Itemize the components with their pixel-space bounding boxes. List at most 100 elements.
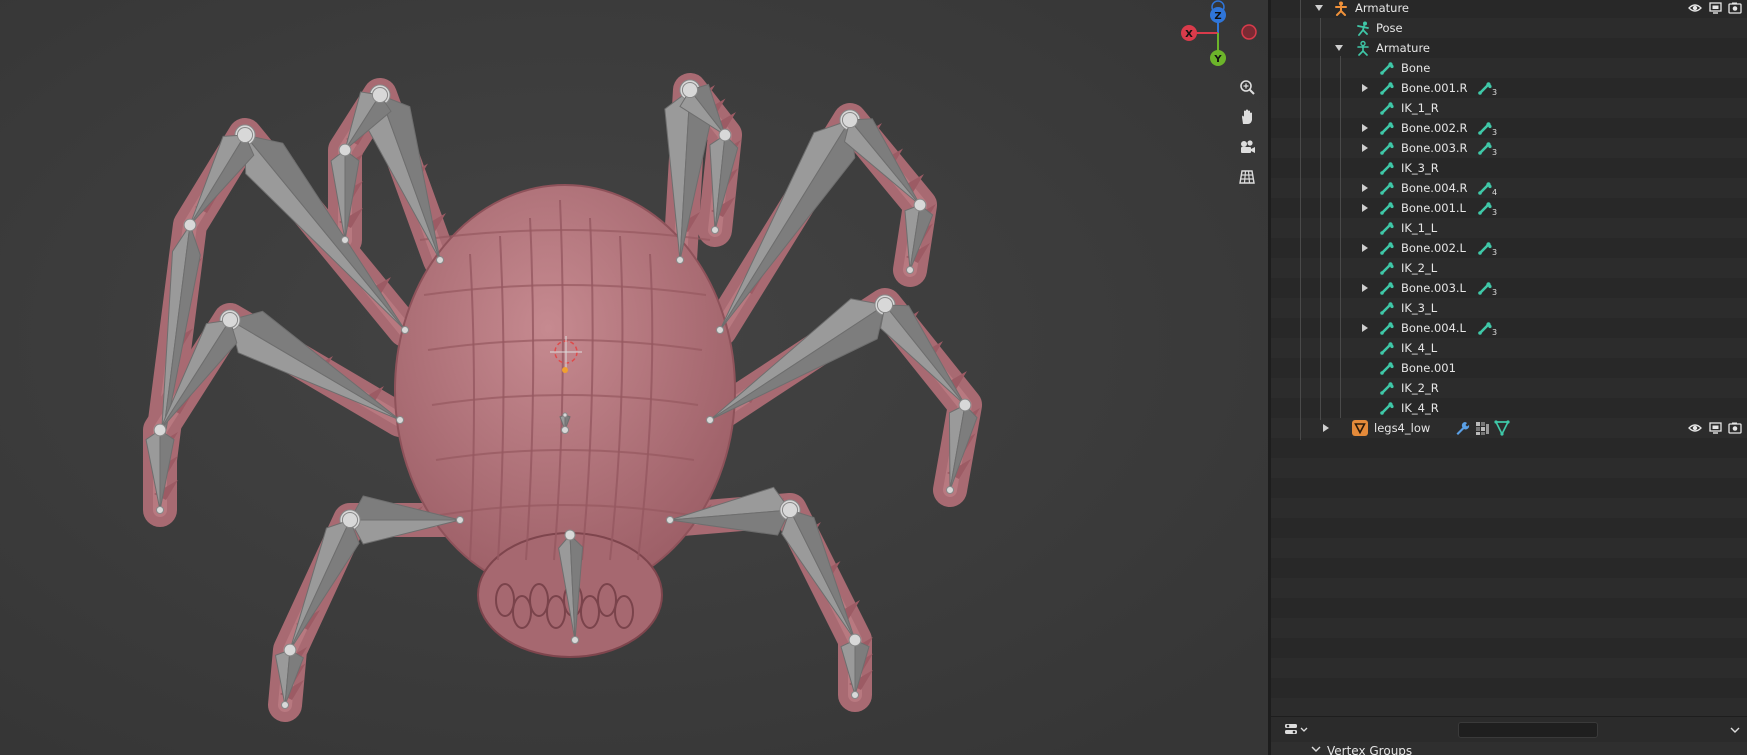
z-axis-label: Z — [1214, 11, 1221, 22]
vertex-groups-icon[interactable] — [1474, 420, 1490, 436]
bone-tip — [571, 636, 579, 644]
outliner-item[interactable]: Bone.004.L 3 — [1271, 318, 1747, 338]
outliner-item[interactable]: Bone — [1271, 58, 1747, 78]
bone-joint — [371, 86, 389, 104]
visibility-toggles[interactable] — [1688, 1, 1747, 18]
outliner-item[interactable]: IK_1_L — [1271, 218, 1747, 238]
x-negative-handle — [1241, 24, 1257, 40]
properties-header — [1271, 716, 1747, 743]
child-bones-icon[interactable] — [1477, 140, 1493, 156]
expand-down-icon[interactable] — [1335, 45, 1343, 51]
outliner-item[interactable]: Bone.001.L 3 — [1271, 198, 1747, 218]
outliner-item-label: Bone.001 — [1401, 361, 1456, 375]
child-bones-icon[interactable] — [1477, 200, 1493, 216]
properties-body: Vertex Groups — [1271, 742, 1747, 755]
child-bones-icon[interactable] — [1477, 320, 1493, 336]
outliner-item[interactable]: IK_4_L — [1271, 338, 1747, 358]
bone-joint — [221, 311, 239, 329]
outliner-panel[interactable]: Armature Pose Armature Bone Bone.001.R 3 IK_1_… — [1271, 0, 1747, 716]
bone-tip — [716, 326, 724, 334]
camera-icon[interactable] — [1234, 134, 1260, 160]
chevron-down-icon[interactable] — [1729, 726, 1741, 736]
expand-right-icon[interactable] — [1362, 184, 1368, 192]
editor-type-dropdown[interactable] — [1283, 722, 1311, 738]
outliner-item[interactable]: Bone.001.R 3 — [1271, 78, 1747, 98]
expand-right-icon[interactable] — [1362, 144, 1368, 152]
child-bones-icon[interactable] — [1477, 240, 1493, 256]
outliner-item-label: Bone.004.L — [1401, 321, 1466, 335]
child-count-badge: 4 — [1492, 188, 1498, 197]
pose-icon — [1355, 20, 1371, 36]
armature-data-icon — [1355, 40, 1371, 56]
outliner-item[interactable]: IK_2_L — [1271, 258, 1747, 278]
bone-tip — [851, 691, 859, 699]
outliner-item[interactable]: Armature — [1271, 0, 1747, 18]
expand-right-icon[interactable] — [1362, 204, 1368, 212]
outliner-item[interactable]: IK_2_R — [1271, 378, 1747, 398]
child-count-badge: 3 — [1492, 328, 1498, 337]
outliner-item[interactable]: IK_4_R — [1271, 398, 1747, 418]
spider-model-scene — [0, 0, 1268, 755]
outliner-row-stripe — [1271, 638, 1747, 658]
expand-right-icon[interactable] — [1362, 284, 1368, 292]
outliner-row-stripe — [1271, 658, 1747, 678]
child-count-badge: 3 — [1492, 88, 1498, 97]
bone-joint — [153, 423, 167, 437]
child-bones-icon[interactable] — [1477, 80, 1493, 96]
outliner-row-stripe — [1271, 578, 1747, 598]
outliner-item[interactable]: Bone.001 — [1271, 358, 1747, 378]
y-axis-label: Y — [1213, 54, 1222, 65]
outliner-item-label: Bone.002.R — [1401, 121, 1468, 135]
expand-right-icon[interactable] — [1362, 84, 1368, 92]
outliner-item[interactable]: Bone.004.R 4 — [1271, 178, 1747, 198]
bone-icon — [1379, 80, 1395, 96]
bone-icon — [1379, 300, 1395, 316]
outliner-item[interactable]: Pose — [1271, 18, 1747, 38]
bone-tip — [281, 701, 289, 709]
3d-viewport[interactable]: Z X Y — [0, 0, 1268, 755]
vertex-groups-panel-header[interactable]: Vertex Groups — [1311, 742, 1412, 755]
child-bones-icon[interactable] — [1477, 180, 1493, 196]
outliner-item[interactable]: Bone.003.L 3 — [1271, 278, 1747, 298]
zoom-icon[interactable] — [1234, 74, 1260, 100]
outliner-item-label: Bone.001.R — [1401, 81, 1468, 95]
expand-down-icon[interactable] — [1315, 5, 1323, 11]
bone-icon — [1379, 180, 1395, 196]
expand-right-icon[interactable] — [1323, 424, 1329, 432]
bone-joint — [913, 198, 927, 212]
navigation-gizmo[interactable]: Z X Y — [1178, 0, 1266, 74]
child-bones-icon[interactable] — [1477, 280, 1493, 296]
mesh-data-icon[interactable] — [1494, 420, 1510, 436]
bone-joint — [236, 126, 254, 144]
grid-icon[interactable] — [1234, 164, 1260, 190]
outliner-item[interactable]: Bone.002.L 3 — [1271, 238, 1747, 258]
bone-icon — [1379, 60, 1395, 76]
outliner-item[interactable]: Bone.002.R 3 — [1271, 118, 1747, 138]
outliner-item[interactable]: Armature — [1271, 38, 1747, 58]
bone-joint — [718, 128, 732, 142]
outliner-item[interactable]: Bone.003.R 3 — [1271, 138, 1747, 158]
outliner-item-label: IK_3_R — [1401, 161, 1439, 175]
expand-right-icon[interactable] — [1362, 324, 1368, 332]
bone-tip — [396, 416, 404, 424]
search-input[interactable] — [1458, 722, 1598, 738]
bone-joint — [183, 218, 197, 232]
child-bones-icon[interactable] — [1477, 120, 1493, 136]
bone-joint — [841, 111, 859, 129]
vertex-groups-panel-title: Vertex Groups — [1327, 744, 1413, 755]
outliner-item-label: Bone.003.L — [1401, 281, 1466, 295]
expand-right-icon[interactable] — [1362, 244, 1368, 252]
wrench-icon[interactable] — [1454, 420, 1470, 436]
outliner-item[interactable]: IK_3_R — [1271, 158, 1747, 178]
bone-joint — [562, 412, 568, 418]
hand-pan-icon[interactable] — [1234, 104, 1260, 130]
bone-icon — [1379, 360, 1395, 376]
outliner-item[interactable]: IK_3_L — [1271, 298, 1747, 318]
outliner-item-label: IK_1_L — [1401, 221, 1438, 235]
outliner-item-label: Armature — [1355, 1, 1409, 15]
visibility-toggles[interactable] — [1688, 421, 1747, 438]
expand-right-icon[interactable] — [1362, 124, 1368, 132]
outliner-item[interactable]: IK_1_R — [1271, 98, 1747, 118]
mesh-object-icon — [1351, 419, 1368, 436]
outliner-item[interactable]: legs4_low — [1271, 418, 1747, 438]
